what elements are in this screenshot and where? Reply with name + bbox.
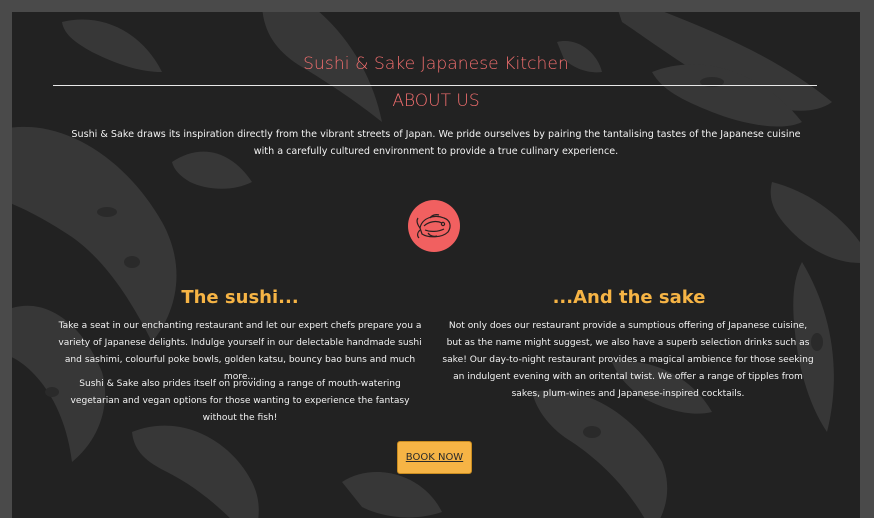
page-frame: Sushi & Sake Japanese Kitchen ABOUT US S… bbox=[12, 12, 860, 518]
sushi-paragraph-2: Sushi & Sake also prides itself on provi… bbox=[70, 379, 410, 423]
sake-heading: ...And the sake bbox=[552, 287, 706, 308]
book-now-button[interactable]: BOOK NOW bbox=[397, 441, 472, 474]
sushi-heading: The sushi... bbox=[181, 287, 299, 308]
sake-paragraph: Not only does our restaurant provide a s… bbox=[442, 321, 814, 399]
about-text: Sushi & Sake draws its inspiration direc… bbox=[71, 129, 801, 157]
main-content: Sushi & Sake Japanese Kitchen ABOUT US S… bbox=[12, 12, 860, 518]
site-title: Sushi & Sake Japanese Kitchen bbox=[303, 54, 569, 74]
fish-logo-icon bbox=[408, 200, 460, 252]
about-heading: ABOUT US bbox=[392, 91, 480, 111]
header-divider bbox=[53, 85, 817, 86]
